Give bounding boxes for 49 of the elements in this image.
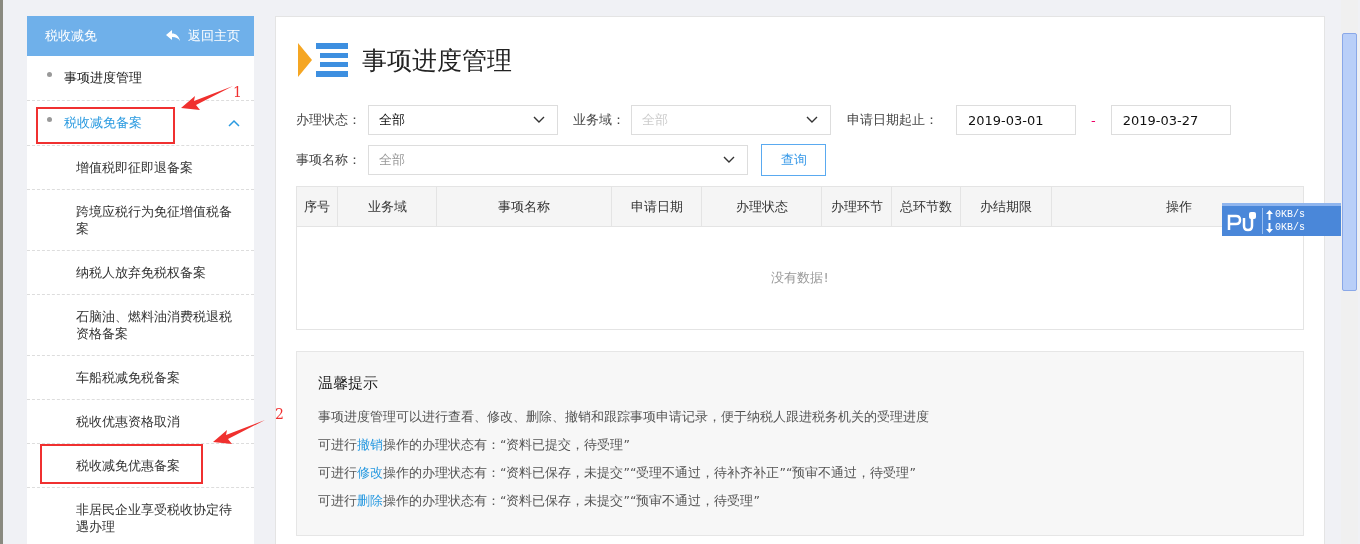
column-header: 办结期限 — [980, 197, 1032, 216]
date-field[interactable]: 2019-03-01 — [956, 105, 1076, 135]
filter-label: 事项名称： — [296, 151, 362, 169]
page-title: 事项进度管理 — [362, 44, 512, 77]
nav-subitem[interactable]: 纳税人放弃免税权备案 — [27, 251, 254, 295]
annotation-number: 1 — [233, 84, 242, 100]
nav-subitem[interactable]: 石脑油、燃料油消费税退税资格备案 — [27, 295, 254, 356]
empty-message: 没有数据! — [771, 269, 829, 287]
date-separator: - — [1091, 112, 1096, 128]
column-header: 申请日期 — [630, 197, 683, 216]
filter-label: 业务域： — [573, 111, 626, 129]
status-select[interactable]: 全部 — [368, 105, 558, 135]
upload-rate: 0KB/s — [1275, 208, 1305, 221]
annotation-number: 2 — [275, 406, 284, 422]
column-header: 事项名称 — [498, 197, 550, 216]
plug-icon — [1225, 208, 1263, 234]
chevron-down-icon — [723, 156, 735, 164]
chevron-down-icon — [533, 116, 545, 124]
column-header: 总环节数 — [900, 197, 952, 216]
date-field[interactable]: 2019-03-27 — [1110, 105, 1231, 135]
filter-label: 申请日期起止： — [847, 111, 939, 129]
column-header: 操作 — [1165, 197, 1192, 216]
nav-subitem[interactable]: 增值税即征即退备案 — [27, 146, 254, 190]
column-header: 办理环节 — [830, 197, 883, 216]
reply-arrow-icon — [166, 30, 180, 42]
download-rate: 0KB/s — [1275, 221, 1305, 234]
filter-label: 办理状态： — [296, 111, 362, 129]
tips-title: 温馨提示 — [318, 374, 379, 393]
tip-text: 可进行撤销操作的办理状态有：“资料已提交，待受理” — [318, 436, 631, 454]
nav-subitem[interactable]: 车船税减免税备案 — [27, 356, 254, 400]
up-arrow-icon — [1266, 209, 1273, 220]
arrow-icon — [181, 86, 233, 112]
nav-subitem[interactable]: 跨境应税行为免征增值税备案 — [27, 190, 254, 251]
scrollbar-thumb[interactable] — [1342, 33, 1357, 291]
column-header: 业务域 — [367, 197, 407, 216]
sidebar-title: 税收减免 — [45, 27, 97, 45]
column-header: 办理状态 — [735, 197, 788, 216]
caret-icon — [228, 119, 240, 127]
tip-text: 事项进度管理可以进行查看、修改、删除、撤销和跟踪事项申请记录，便于纳税人跟进税务机关的受理进度 — [318, 408, 930, 426]
scrollbar[interactable] — [1341, 0, 1358, 544]
nav-subitem[interactable]: 非居民企业享受税收协定待遇办理 — [27, 488, 254, 544]
down-arrow-icon — [1266, 222, 1273, 233]
nav-subitem[interactable]: 税收减免优惠备案 — [27, 444, 254, 488]
chevron-down-icon — [806, 116, 818, 124]
list-icon — [298, 41, 348, 79]
arrow-icon — [213, 420, 265, 446]
column-header: 序号 — [304, 197, 330, 216]
tip-text: 可进行修改操作的办理状态有：“资料已保存，未提交”“受理不通过，待补齐补正”“预审不通过，待受理” — [318, 464, 917, 482]
tip-text: 可进行删除操作的办理状态有：“资料已保存，未提交”“预审不通过，待受理” — [318, 492, 761, 510]
